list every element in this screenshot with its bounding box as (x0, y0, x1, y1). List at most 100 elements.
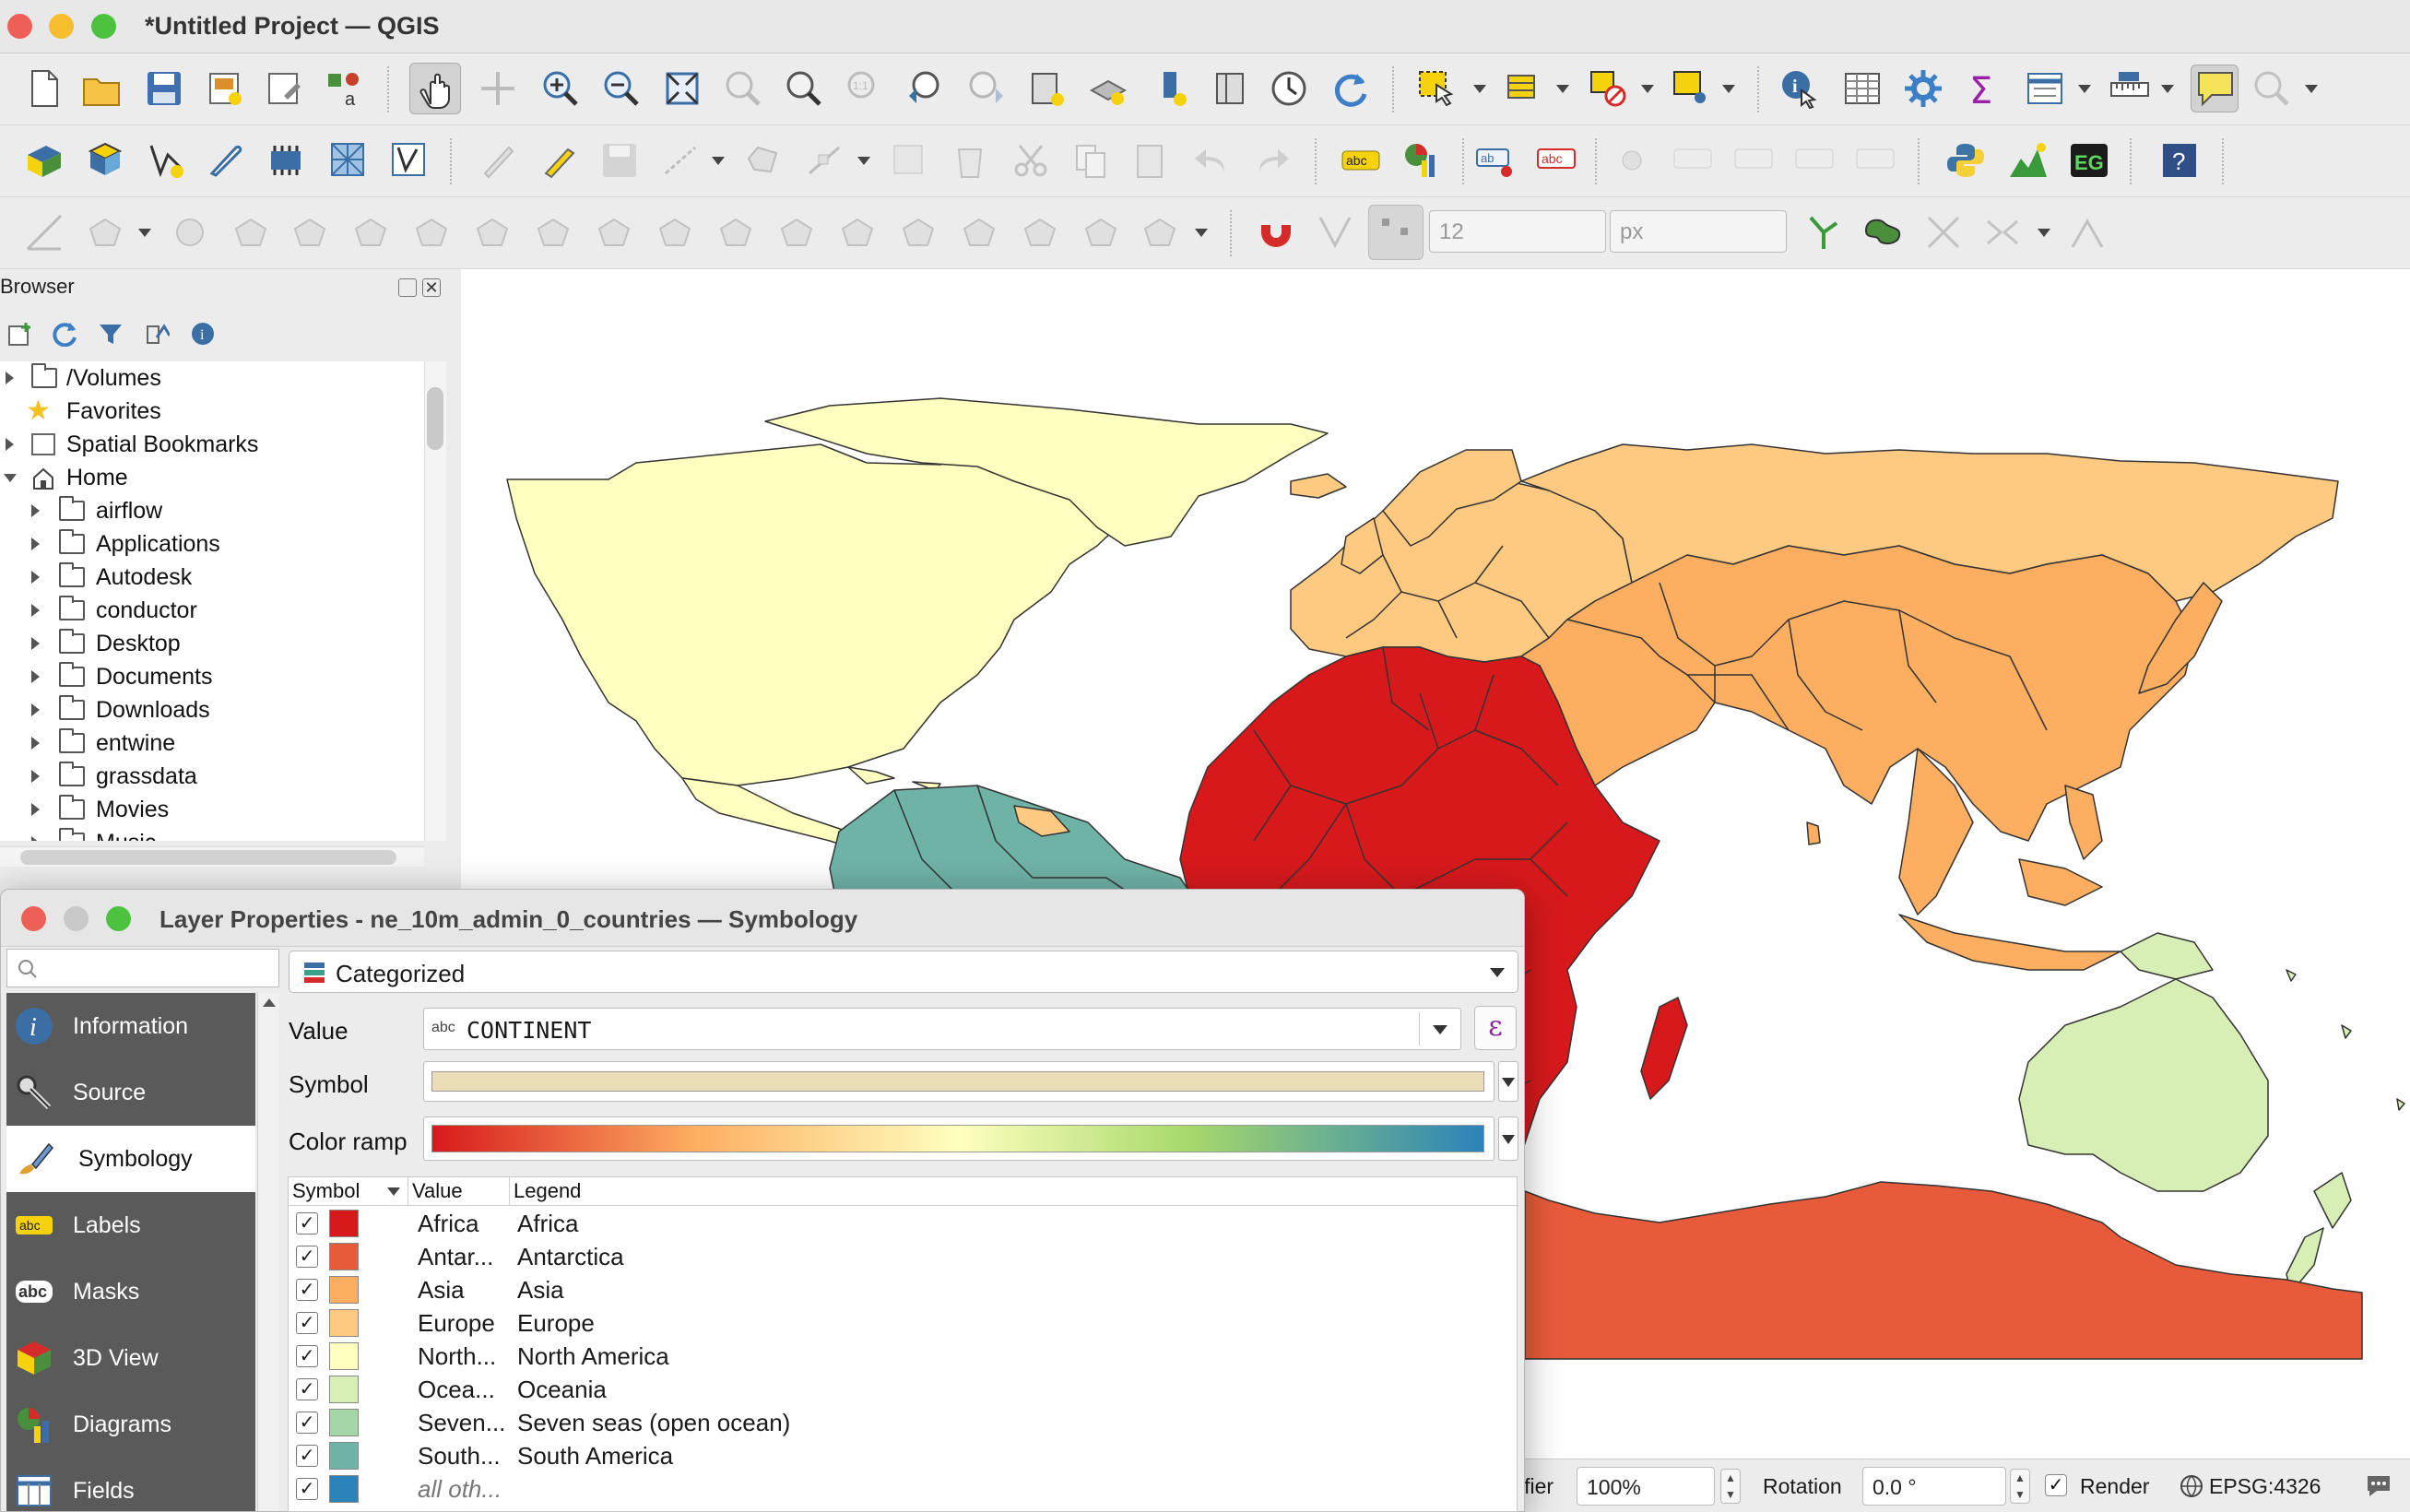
new-map-view-icon[interactable] (1154, 68, 1195, 109)
category-value[interactable]: all oth... (418, 1472, 519, 1506)
modify-attributes-icon[interactable] (891, 140, 931, 181)
float-panel-icon[interactable] (398, 278, 417, 297)
reverse-line-icon[interactable] (533, 212, 573, 253)
dialog-zoom-button[interactable] (106, 906, 131, 931)
show-statistical-summary-icon[interactable]: Σ (1964, 68, 2004, 112)
category-symbol-swatch[interactable] (329, 1376, 359, 1403)
snapping-magnet-icon[interactable] (1254, 212, 1294, 253)
category-value[interactable]: Seven... (418, 1406, 519, 1439)
new-3d-map-view-icon[interactable] (1210, 68, 1250, 109)
category-visibility-checkbox[interactable]: ✓ (296, 1412, 318, 1434)
delete-part-icon[interactable] (350, 212, 391, 253)
symbol-button[interactable] (423, 1061, 1494, 1102)
render-checkbox[interactable]: ✓ (2045, 1474, 2067, 1496)
category-visibility-checkbox[interactable]: ✓ (296, 1345, 318, 1367)
new-vector-tile-layer-icon[interactable] (389, 140, 430, 181)
add-selected-layers-icon[interactable] (7, 321, 33, 347)
category-value[interactable]: Ocea... (418, 1373, 519, 1406)
category-row[interactable]: ✓ Europe Europe (289, 1306, 1518, 1340)
new-print-layout-icon[interactable] (205, 68, 245, 109)
rotate-feature-icon[interactable] (715, 212, 756, 253)
zoom-to-selection-icon[interactable] (723, 68, 763, 109)
category-legend[interactable]: Oceania (517, 1373, 607, 1406)
pan-to-selection-icon[interactable] (478, 68, 518, 109)
change-label-icon[interactable] (1855, 140, 1896, 181)
snapping-type-icon[interactable] (1315, 212, 1355, 253)
category-symbol-swatch[interactable] (329, 1210, 359, 1237)
column-header-value[interactable]: Value (408, 1177, 510, 1205)
select-by-location-icon[interactable] (1671, 68, 1711, 109)
category-row[interactable]: ✓ Antar... Antarctica (289, 1240, 1518, 1273)
help-icon[interactable]: ? (2159, 140, 2200, 181)
zoom-last-icon[interactable] (905, 68, 946, 109)
browser-vertical-scrollbar[interactable] (424, 361, 446, 841)
sidebar-item-diagrams[interactable]: Diagrams (6, 1391, 255, 1458)
category-value[interactable]: North... (418, 1340, 519, 1373)
enable-properties-icon[interactable]: i (190, 321, 216, 347)
copy-features-icon[interactable] (1071, 140, 1112, 181)
sidebar-item-masks[interactable]: abc Masks (6, 1258, 255, 1325)
redo-icon[interactable] (1252, 140, 1293, 181)
category-legend[interactable]: Asia (517, 1273, 564, 1306)
category-value[interactable]: Asia (418, 1273, 519, 1306)
cut-features-icon[interactable] (1010, 140, 1051, 181)
toggle-label-display-icon[interactable]: abc (1536, 140, 1577, 181)
zoom-to-layer-icon[interactable] (784, 68, 824, 109)
open-attribute-table-icon[interactable] (1842, 68, 1883, 109)
add-part-icon[interactable] (170, 212, 210, 253)
identify-features-icon[interactable]: i (1779, 68, 1820, 110)
offset-curve-icon[interactable] (472, 212, 513, 253)
merge-features-icon[interactable] (959, 212, 999, 253)
category-visibility-checkbox[interactable]: ✓ (296, 1378, 318, 1400)
close-window-button[interactable] (7, 14, 32, 39)
collapse-all-icon[interactable] (144, 321, 171, 347)
zoom-full-icon[interactable] (662, 68, 703, 109)
add-polygon-icon[interactable] (743, 140, 784, 181)
show-spatial-bookmarks-icon[interactable] (1088, 68, 1128, 109)
category-visibility-checkbox[interactable]: ✓ (296, 1212, 318, 1234)
trim-extend-icon[interactable] (594, 212, 634, 253)
symbol-dropdown-button[interactable] (1498, 1061, 1518, 1102)
delete-ring-icon[interactable] (289, 212, 330, 253)
move-label-icon[interactable] (1733, 140, 1774, 181)
refresh-icon[interactable] (1329, 68, 1370, 109)
dialog-close-button[interactable] (21, 906, 46, 931)
processing-toolbox-icon[interactable] (1903, 68, 1943, 109)
rotate-point-symbols-icon[interactable] (1081, 212, 1121, 253)
fill-ring-icon[interactable] (230, 212, 271, 253)
category-row[interactable]: ✓ Asia Asia (289, 1273, 1518, 1306)
eg-plugin-icon[interactable]: EG (2069, 140, 2109, 181)
sidebar-item-labels[interactable]: abc Labels (6, 1192, 255, 1258)
value-field-combo[interactable]: abc CONTINENT (423, 1008, 1461, 1050)
category-visibility-checkbox[interactable]: ✓ (296, 1279, 318, 1301)
category-row[interactable]: ✓ all oth... (289, 1472, 1518, 1506)
category-symbol-swatch[interactable] (329, 1342, 359, 1370)
category-value[interactable]: Africa (418, 1207, 519, 1240)
diagram-options-icon[interactable] (1401, 140, 1442, 181)
filter-browser-icon[interactable] (98, 321, 124, 347)
category-legend[interactable]: South America (517, 1439, 673, 1472)
delete-selected-icon[interactable] (950, 140, 990, 181)
scrollbar-thumb[interactable] (427, 387, 443, 450)
new-project-icon[interactable] (24, 68, 65, 109)
category-row[interactable]: ✓ Africa Africa (289, 1207, 1518, 1240)
category-visibility-checkbox[interactable]: ✓ (296, 1312, 318, 1334)
new-temporary-layer-icon[interactable] (205, 140, 245, 181)
category-row[interactable]: ✓ Ocea... Oceania (289, 1373, 1518, 1406)
self-snapping-icon[interactable] (1923, 212, 1964, 253)
category-visibility-checkbox[interactable]: ✓ (296, 1246, 318, 1268)
offset-point-symbols-icon[interactable] (1140, 212, 1180, 253)
category-row[interactable]: ✓ North... North America (289, 1340, 1518, 1373)
crs-button[interactable]: EPSG:4326 (2209, 1474, 2321, 1499)
zoom-native-resolution-icon[interactable]: 1:1 (845, 68, 885, 109)
paste-features-icon[interactable] (1130, 140, 1171, 181)
category-row[interactable]: ✓ Seven... Seven seas (open ocean) (289, 1406, 1518, 1439)
category-symbol-swatch[interactable] (329, 1309, 359, 1337)
split-parts-icon[interactable] (898, 212, 939, 253)
simplify-icon[interactable] (655, 212, 695, 253)
magnifier-input[interactable]: 100% (1577, 1467, 1715, 1506)
sidebar-scrollbar[interactable] (257, 993, 279, 1511)
scrollbar-thumb[interactable] (20, 850, 396, 865)
measure-line-icon[interactable] (2109, 68, 2150, 109)
zoom-next-icon[interactable] (966, 68, 1007, 109)
